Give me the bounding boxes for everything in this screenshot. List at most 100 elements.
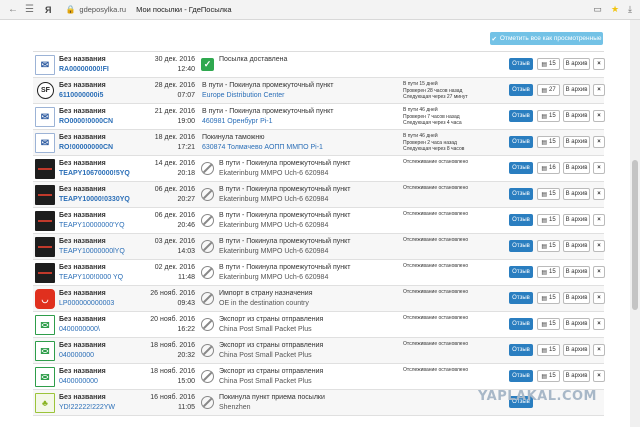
tracking-number[interactable]: 0400000000 xyxy=(59,378,98,385)
parcel-name[interactable]: Без названия xyxy=(59,108,106,115)
tracking-number[interactable]: YD!22222!222YW xyxy=(59,404,115,411)
tracking-number[interactable]: 6110000000i5 xyxy=(59,92,103,99)
delete-button[interactable]: × xyxy=(593,84,605,96)
archive-button[interactable]: В архив xyxy=(563,370,590,382)
event-count-button[interactable]: ▤ 15 xyxy=(537,318,560,330)
tracking-number[interactable]: TEAPY10000000'YQ xyxy=(59,222,125,229)
scrollbar[interactable] xyxy=(630,20,640,427)
table-row[interactable]: ✉ Без названия RO0000!0000CN 21 дек. 201… xyxy=(33,104,605,130)
back-icon[interactable]: ← xyxy=(8,4,18,15)
tracking-number[interactable]: LP000000000003 xyxy=(59,300,114,307)
event-count-button[interactable]: ▤ 15 xyxy=(537,266,560,278)
event-count-button[interactable]: ▤ 15 xyxy=(537,188,560,200)
delete-button[interactable]: × xyxy=(593,162,605,174)
tracking-number[interactable]: TEAPY10000!0330YQ xyxy=(59,196,130,203)
delete-button[interactable]: × xyxy=(593,214,605,226)
parcel-name[interactable]: Без названия xyxy=(59,160,106,167)
table-row[interactable]: ◡ Без названия LP000000000003 26 нояб. 2… xyxy=(33,286,605,312)
review-button[interactable]: Отзыв xyxy=(509,240,533,252)
review-button[interactable]: Отзыв xyxy=(509,266,533,278)
download-icon[interactable]: ⤓ xyxy=(628,4,632,15)
review-button[interactable]: Отзыв xyxy=(509,214,533,226)
archive-button[interactable]: В архив xyxy=(563,240,590,252)
tracking-number[interactable]: TEAPY10670000!5YQ xyxy=(59,170,130,177)
delete-button[interactable]: × xyxy=(593,318,605,330)
parcel-name[interactable]: Без названия xyxy=(59,56,106,63)
parcel-name[interactable]: Без названия xyxy=(59,212,106,219)
delete-button[interactable]: × xyxy=(593,266,605,278)
event-count-button[interactable]: ▤ 15 xyxy=(537,214,560,226)
parcel-name[interactable]: Без названия xyxy=(59,394,106,401)
event-count-button[interactable]: ▤ 15 xyxy=(537,292,560,304)
parcel-name[interactable]: Без названия xyxy=(59,316,106,323)
table-row[interactable]: ✉ Без названия 0400000000\ 20 нояб. 2016… xyxy=(33,312,605,338)
address-bar[interactable]: gdeposylka.ru xyxy=(79,5,126,14)
tracking-number[interactable]: RO!00000000CN xyxy=(59,144,113,151)
review-button[interactable]: Отзыв xyxy=(509,292,533,304)
table-row[interactable]: ✉ Без названия RO!00000000CN 18 дек. 201… xyxy=(33,130,605,156)
delete-button[interactable]: × xyxy=(593,136,605,148)
scrollbar-thumb[interactable] xyxy=(632,160,638,310)
parcel-name[interactable]: Без названия xyxy=(59,82,106,89)
delete-button[interactable]: × xyxy=(593,110,605,122)
review-button[interactable]: Отзыв xyxy=(509,188,533,200)
table-row[interactable]: Без названия TEAPY10000000lYQ 03 дек. 20… xyxy=(33,234,605,260)
tracking-number[interactable]: 040000000 xyxy=(59,352,94,359)
review-button[interactable]: Отзыв xyxy=(509,370,533,382)
event-count-button[interactable]: ▤ 15 xyxy=(537,344,560,356)
delete-button[interactable]: × xyxy=(593,188,605,200)
archive-button[interactable]: В архив xyxy=(563,292,590,304)
event-count-button[interactable]: ▤ 27 xyxy=(537,84,560,96)
parcel-name[interactable]: Без названия xyxy=(59,134,106,141)
review-button[interactable]: Отзыв xyxy=(509,162,533,174)
bookmark-icon[interactable]: ▭ xyxy=(593,4,602,15)
archive-button[interactable]: В архив xyxy=(563,84,590,96)
parcel-name[interactable]: Без названия xyxy=(59,186,106,193)
table-row[interactable]: Без названия TEAPY100!0000 YQ 02 дек. 20… xyxy=(33,260,605,286)
archive-button[interactable]: В архив xyxy=(563,318,590,330)
archive-button[interactable]: В архив xyxy=(563,136,590,148)
archive-button[interactable]: В архив xyxy=(563,110,590,122)
table-row[interactable]: Без названия TEAPY10000000'YQ 06 дек. 20… xyxy=(33,208,605,234)
table-row[interactable]: SF Без названия 6110000000i5 28 дек. 201… xyxy=(33,78,605,104)
table-row[interactable]: ✉ Без названия 0400000000 18 нояб. 2016 … xyxy=(33,364,605,390)
event-count-button[interactable]: ▤ 15 xyxy=(537,240,560,252)
menu-icon[interactable]: ☰ xyxy=(25,4,34,15)
review-button[interactable]: Отзыв xyxy=(509,344,533,356)
delete-button[interactable]: × xyxy=(593,58,605,70)
archive-button[interactable]: В архив xyxy=(563,58,590,70)
delete-button[interactable]: × xyxy=(593,344,605,356)
tracking-number[interactable]: TEAPY10000000lYQ xyxy=(59,248,125,255)
review-button[interactable]: Отзыв xyxy=(509,58,533,70)
tracking-number[interactable]: RO0000!0000CN xyxy=(59,118,113,125)
event-count-button[interactable]: ▤ 16 xyxy=(537,162,560,174)
parcel-name[interactable]: Без названия xyxy=(59,264,106,271)
delete-button[interactable]: × xyxy=(593,240,605,252)
tracking-number[interactable]: RA00000000!FI xyxy=(59,66,109,73)
table-row[interactable]: ✉ Без названия RA00000000!FI 30 дек. 201… xyxy=(33,52,605,78)
parcel-name[interactable]: Без названия xyxy=(59,290,106,297)
archive-button[interactable]: В архив xyxy=(563,214,590,226)
table-row[interactable]: Без названия TEAPY10670000!5YQ 14 дек. 2… xyxy=(33,156,605,182)
archive-button[interactable]: В архив xyxy=(563,162,590,174)
yandex-logo-icon[interactable]: Я xyxy=(45,5,51,15)
table-row[interactable]: Без названия TEAPY10000!0330YQ 06 дек. 2… xyxy=(33,182,605,208)
parcel-name[interactable]: Без названия xyxy=(59,342,106,349)
review-button[interactable]: Отзыв xyxy=(509,110,533,122)
parcel-name[interactable]: Без названия xyxy=(59,368,106,375)
delete-button[interactable]: × xyxy=(593,292,605,304)
delete-button[interactable]: × xyxy=(593,370,605,382)
event-count-button[interactable]: ▤ 15 xyxy=(537,136,560,148)
event-count-button[interactable]: ▤ 15 xyxy=(537,370,560,382)
review-button[interactable]: Отзыв xyxy=(509,318,533,330)
archive-button[interactable]: В архив xyxy=(563,188,590,200)
mark-all-viewed-button[interactable]: ✔ Отметить все как просмотренные xyxy=(490,32,603,45)
star-icon[interactable]: ★ xyxy=(611,4,619,15)
review-button[interactable]: Отзыв xyxy=(509,136,533,148)
archive-button[interactable]: В архив xyxy=(563,344,590,356)
parcel-name[interactable]: Без названия xyxy=(59,238,106,245)
archive-button[interactable]: В архив xyxy=(563,266,590,278)
event-count-button[interactable]: ▤ 15 xyxy=(537,58,560,70)
review-button[interactable]: Отзыв xyxy=(509,84,533,96)
tracking-number[interactable]: TEAPY100!0000 YQ xyxy=(59,274,123,281)
